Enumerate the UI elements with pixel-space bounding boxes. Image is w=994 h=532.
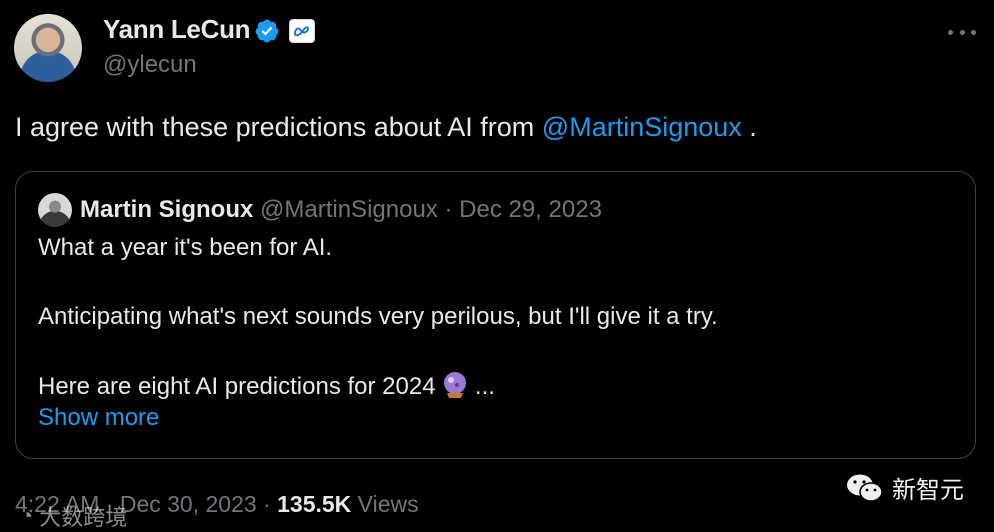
tweet-date[interactable]: Dec 30, 2023 [120,491,257,517]
show-more-link[interactable]: Show more [38,404,159,432]
author-handle[interactable]: @ylecun [103,51,197,79]
quote-date[interactable]: Dec 29, 2023 [459,196,602,223]
more-options-icon[interactable] [948,22,976,42]
views-count: 135.5K [277,491,352,517]
views-label: Views [351,491,419,517]
tweet-text: I agree with these predictions about AI … [15,112,757,142]
author-avatar[interactable] [14,14,82,82]
quoted-tweet[interactable]: Martin Signoux @MartinSignoux · Dec 29, … [15,171,976,459]
quote-line-1: What a year it's been for AI. [38,234,333,261]
verified-badge-icon [255,19,279,43]
quote-author-avatar[interactable] [38,193,72,227]
wechat-icon [847,474,883,502]
watermark-right-text: 新智元 [892,477,964,504]
quote-author-name[interactable]: Martin Signoux [80,196,253,223]
author-name[interactable]: Yann LeCun [103,14,251,45]
quote-line-2: Anticipating what's next sounds very per… [38,303,718,330]
crystal-ball-icon [442,371,468,399]
watermark-left-text: 大数跨境 [39,505,128,530]
quote-line-3: Here are eight AI predictions for 2024 .… [38,371,495,400]
meta-logo-icon[interactable] [289,19,315,43]
watermark-left: ◔ 大数跨境 [20,500,127,532]
watermark-logo-icon: ◔ [20,503,34,528]
quote-author-handle[interactable]: @MartinSignoux [260,196,438,223]
quote-separator: · [444,196,453,223]
watermark-right: 新智元 [846,470,964,505]
quote-header: Martin Signoux @MartinSignoux · Dec 29, … [80,196,602,224]
mention-link[interactable]: @MartinSignoux [542,112,742,142]
